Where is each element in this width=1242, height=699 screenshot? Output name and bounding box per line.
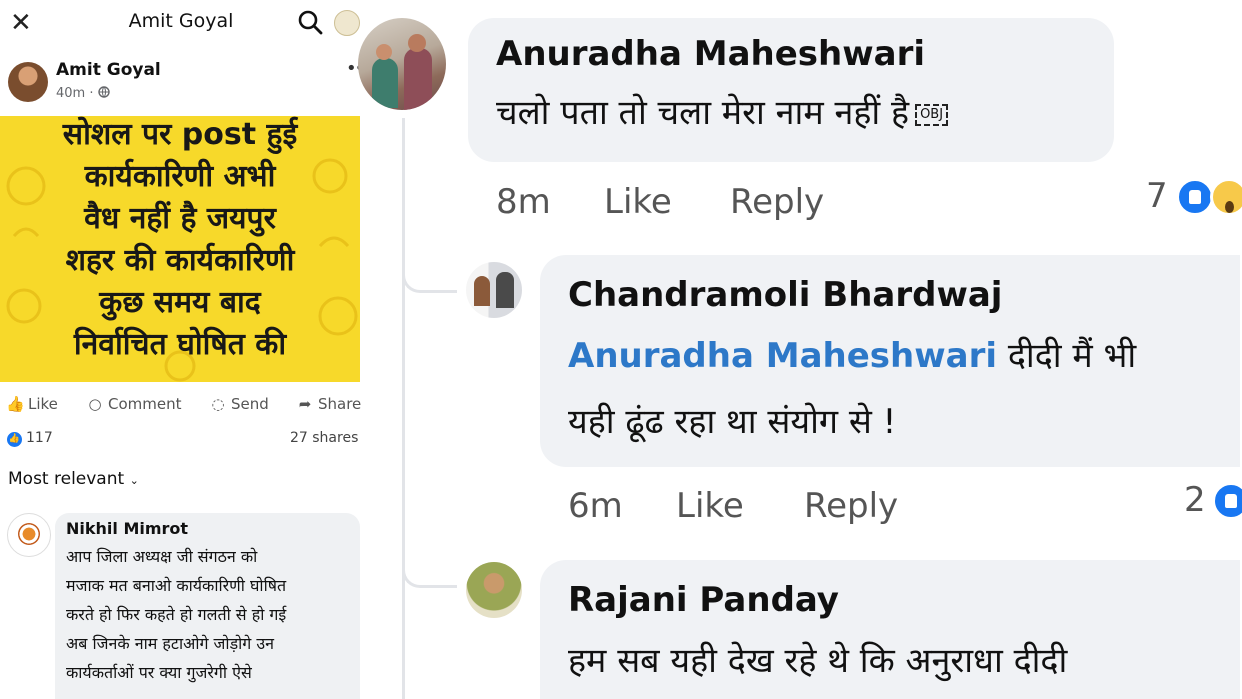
- globe-icon: [97, 86, 110, 98]
- meta-separator: ·: [89, 86, 94, 101]
- like-button[interactable]: 👍 Like: [6, 392, 58, 416]
- wow-reaction-icon: [1210, 178, 1242, 216]
- messenger-icon: ◌: [211, 395, 225, 413]
- comment-bubble: Nikhil Mimrot आप जिला अध्यक्ष जी संगठन क…: [55, 513, 360, 699]
- avatar[interactable]: [466, 262, 522, 318]
- avatar[interactable]: [466, 562, 522, 618]
- obj-placeholder: OBJ: [915, 103, 949, 126]
- image-text-line: कार्यकारिणी अभी: [84, 159, 276, 194]
- comment-text-body: चलो पता तो चला मेरा नाम नहीं है: [496, 93, 910, 133]
- post-author[interactable]: Amit Goyal: [56, 60, 161, 80]
- like-reaction-icon: [1212, 482, 1242, 520]
- likes-count[interactable]: 117: [26, 430, 53, 446]
- like-link[interactable]: Like: [604, 182, 672, 222]
- image-text-line: कुछ समय बाद: [99, 285, 261, 320]
- comment-line: कार्यकर्ताओं पर क्या गुजरेगी ऐसे: [66, 663, 252, 682]
- post-time: 40m: [56, 86, 86, 101]
- like-label: Like: [28, 395, 58, 413]
- send-label: Send: [231, 395, 269, 413]
- comment-line: आप जिला अध्यक्ष जी संगठन को: [66, 547, 258, 566]
- comment-author[interactable]: Anuradha Maheshwari: [496, 34, 925, 74]
- image-text-line: शहर की कार्यकारिणी: [65, 243, 295, 278]
- image-text-line: निर्वाचित घोषित की: [73, 327, 287, 362]
- shares-count[interactable]: 27 shares: [290, 430, 358, 446]
- image-text-line: वैध नहीं है जयपुर: [84, 201, 276, 236]
- comment-bubble: Anuradha Maheshwari चलो पता तो चला मेरा …: [468, 18, 1114, 162]
- share-icon: ➦: [298, 395, 312, 413]
- comment-text: चलो पता तो चला मेरा नाम नहीं है OBJ: [496, 88, 949, 134]
- comment-author[interactable]: Rajani Panday: [568, 580, 839, 620]
- page-avatar-icon[interactable]: [334, 10, 360, 36]
- avatar[interactable]: [358, 18, 446, 110]
- post-actions: 👍 Like ○ Comment ◌ Send ➦ Share: [0, 392, 362, 416]
- comment-bubble: Rajani Panday हम सब यही देख रहे थे कि अन…: [540, 560, 1240, 699]
- comment-button[interactable]: ○ Comment: [86, 392, 182, 416]
- comment-meta-row: 6m Like Reply: [568, 486, 1208, 530]
- avatar[interactable]: [8, 62, 48, 102]
- share-button[interactable]: ➦ Share: [296, 392, 362, 416]
- chevron-down-icon: ⌄: [129, 474, 139, 487]
- thread-branch: [402, 555, 457, 588]
- comment-line: अब जिनके नाम हटाओगे जोड़ोगे उन: [66, 634, 275, 653]
- comment-avatar[interactable]: [7, 513, 51, 557]
- sort-label: Most relevant: [8, 469, 125, 489]
- comment-text-body: दीदी मैं भी: [1007, 336, 1137, 376]
- send-button[interactable]: ◌ Send: [209, 392, 269, 416]
- comment-label: Comment: [108, 395, 182, 413]
- thread-branch: [402, 262, 457, 293]
- search-icon[interactable]: [296, 8, 324, 36]
- share-label: Share: [318, 395, 362, 413]
- top-bar: ✕ Amit Goyal: [0, 0, 362, 46]
- comment-line: करते हो फिर कहते हो गलती से हो गई: [66, 605, 287, 624]
- comment-bubble: Chandramoli Bhardwaj Anuradha Maheshwari…: [540, 255, 1240, 467]
- reply-link[interactable]: Reply: [804, 486, 898, 526]
- post-image-text: सोशल पर post हुई कार्यकारिणी अभी वैध नही…: [0, 116, 360, 366]
- like-reaction-icon: 👍: [7, 432, 22, 447]
- comment-author[interactable]: Nikhil Mimrot: [66, 519, 188, 538]
- thread-line: [402, 118, 405, 699]
- comment-line: मजाक मत बनाओ कार्यकारिणी घोषित: [66, 576, 287, 595]
- reaction-count[interactable]: 7: [1146, 176, 1168, 216]
- comment-text: Anuradha Maheshwari दीदी मैं भी: [568, 331, 1136, 377]
- like-link[interactable]: Like: [676, 486, 744, 526]
- post-meta: 40m ·: [56, 86, 110, 101]
- comment-time: 8m: [496, 182, 551, 222]
- image-text-line: सोशल पर post हुई: [62, 117, 298, 152]
- sort-dropdown[interactable]: Most relevant ⌄: [8, 469, 139, 489]
- post-image[interactable]: सोशल पर post हुई कार्यकारिणी अभी वैध नही…: [0, 116, 360, 382]
- mention-link[interactable]: Anuradha Maheshwari: [568, 336, 997, 376]
- comment-meta-row: 8m Like Reply: [496, 182, 1196, 226]
- post-panel: ✕ Amit Goyal Amit Goyal 40m · •••: [0, 0, 363, 699]
- thumbs-up-icon: 👍: [6, 395, 25, 413]
- reaction-count[interactable]: 2: [1184, 480, 1206, 520]
- reply-link[interactable]: Reply: [730, 182, 824, 222]
- comment-time: 6m: [568, 486, 623, 526]
- comment-icon: ○: [88, 395, 102, 413]
- like-reaction-icon: [1176, 178, 1214, 216]
- post-header: Amit Goyal 40m · •••: [0, 56, 362, 106]
- post-stats: 👍 117 27 shares: [0, 430, 362, 450]
- comment-text: यही ढूंढ रहा था संयोग से !: [568, 402, 897, 442]
- comment-author[interactable]: Chandramoli Bhardwaj: [568, 275, 1002, 315]
- comment-text: हम सब यही देख रहे थे कि अनुराधा दीदी: [568, 641, 1068, 681]
